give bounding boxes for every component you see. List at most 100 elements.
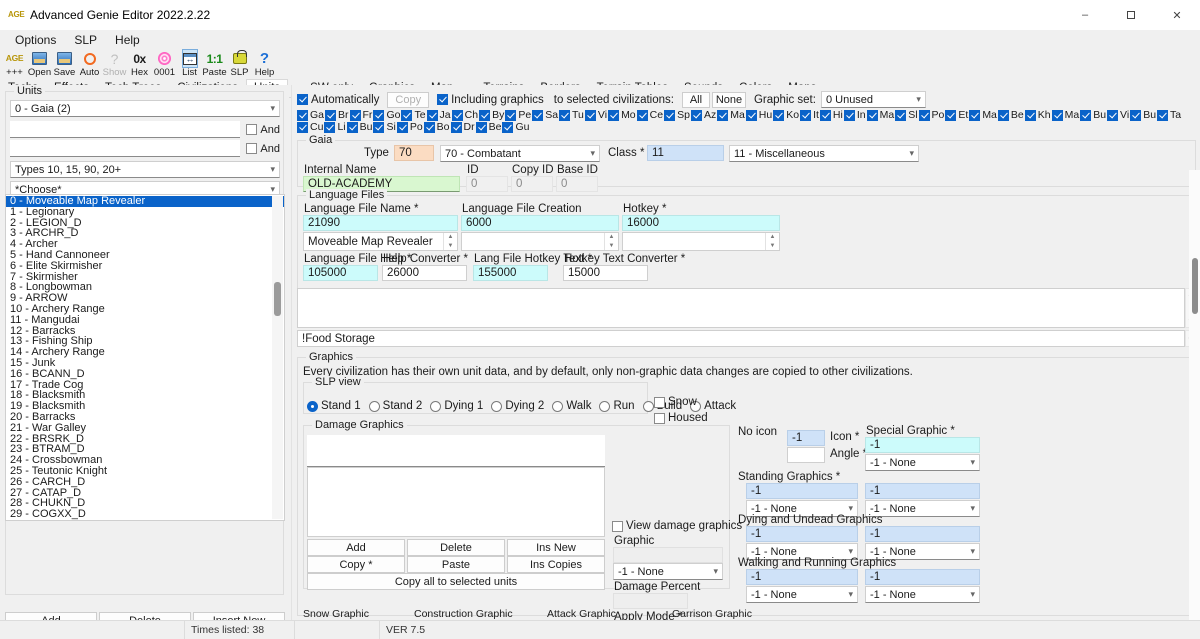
menu-options[interactable]: Options (6, 31, 65, 49)
civ-checkbox-box[interactable] (1052, 110, 1063, 121)
filter-and-1-checkbox[interactable] (246, 124, 257, 135)
civ-checkbox-si-37[interactable]: Si (373, 121, 395, 133)
civ-checkbox-be-27[interactable]: Be (998, 109, 1024, 121)
unit-list-item[interactable]: 1 - Legionary (6, 207, 284, 218)
toolbar-button-auto[interactable]: Auto (77, 50, 102, 80)
civ-checkbox-box[interactable] (664, 110, 675, 121)
civ-checkbox-box[interactable] (479, 110, 490, 121)
civ-checkbox-box[interactable] (451, 122, 462, 133)
civ-checkbox-box[interactable] (844, 110, 855, 121)
standing-graphics-value-1[interactable]: -1 (746, 483, 858, 499)
unit-list-scroll-thumb[interactable] (274, 282, 281, 316)
unit-list-item[interactable]: 26 - CARCH_D (6, 477, 284, 488)
unit-list-item[interactable]: 16 - BCANN_D (6, 369, 284, 380)
civ-checkbox-ma-29[interactable]: Ma (1052, 109, 1080, 121)
slp-radio-button[interactable] (643, 401, 654, 412)
damage-add-button[interactable]: Add (307, 539, 405, 556)
civ-checkbox-tu-10[interactable]: Tu (559, 109, 584, 121)
bottom-tab-attack-graphic[interactable]: Attack Graphic (547, 608, 616, 620)
civ-checkbox-pe-8[interactable]: Pe (505, 109, 531, 121)
civ-checkbox-fr-2[interactable]: Fr (350, 109, 373, 121)
damage-ins-copies-button[interactable]: Ins Copies (507, 556, 605, 573)
civ-checkbox-bu-36[interactable]: Bu (347, 121, 373, 133)
toolbar-button-save[interactable]: Save (52, 50, 77, 80)
slp-radio-button[interactable] (599, 401, 610, 412)
civ-checkbox-box[interactable] (800, 110, 811, 121)
civ-checkbox-box[interactable] (820, 110, 831, 121)
slp-radio-run[interactable]: Run (599, 400, 634, 412)
civ-checkbox-ma-22[interactable]: Ma (867, 109, 895, 121)
civ-checkbox-sl-23[interactable]: Sl (895, 109, 917, 121)
slp-radio-stand-1[interactable]: Stand 1 (307, 400, 361, 412)
select-all-civs-button[interactable]: All (682, 92, 710, 108)
slp-radio-attack[interactable]: Attack (690, 400, 736, 412)
civ-checkbox-box[interactable] (919, 110, 930, 121)
civ-checkbox-ch-6[interactable]: Ch (452, 109, 478, 121)
unit-list-item[interactable]: 6 - Elite Skirmisher (6, 261, 284, 272)
damage-field-2[interactable] (307, 450, 605, 467)
civ-checkbox-be-41[interactable]: Be (476, 121, 502, 133)
including-graphics-checkbox-row[interactable]: Including graphics (437, 94, 544, 106)
civ-checkbox-by-7[interactable]: By (479, 109, 504, 121)
class-value-field[interactable]: 11 (647, 145, 724, 161)
including-graphics-checkbox[interactable] (437, 94, 448, 105)
civ-checkbox-ma-26[interactable]: Ma (969, 109, 997, 121)
toolbar-button-paste[interactable]: 1:1 Paste (202, 50, 227, 80)
civ-checkbox-box[interactable] (350, 110, 361, 121)
unit-list-item[interactable]: 30 - Monastery (6, 520, 284, 521)
graphic-value-field[interactable] (613, 547, 723, 563)
spinner-buttons[interactable]: ▲ ▼ (604, 233, 618, 250)
bottom-tab-snow-graphic[interactable]: Snow Graphic (303, 608, 369, 620)
civ-checkbox-ce-13[interactable]: Ce (637, 109, 663, 121)
filter-and-2[interactable]: And (246, 143, 280, 155)
spinner-up-icon[interactable]: ▲ (605, 233, 618, 242)
civ-checkbox-box[interactable] (297, 110, 308, 121)
toolbar-button-new[interactable]: AGE +++ (2, 50, 27, 80)
language-file-creation-field[interactable]: 6000 (461, 215, 619, 231)
civ-checkbox-box[interactable] (297, 122, 308, 133)
civ-checkbox-hu-17[interactable]: Hu (746, 109, 772, 121)
slp-radio-dying-2[interactable]: Dying 2 (491, 400, 544, 412)
civ-checkbox-kh-28[interactable]: Kh (1025, 109, 1051, 121)
civ-checkbox-box[interactable] (532, 110, 543, 121)
civ-checkbox-ta-33[interactable]: Ta (1157, 109, 1181, 121)
walking-graphics-value-1[interactable]: -1 (746, 569, 858, 585)
spinner-down-icon[interactable]: ▼ (444, 242, 457, 251)
language-file-help-field[interactable]: 105000 (303, 265, 378, 281)
hotkey-text-converter-field[interactable]: 15000 (563, 265, 648, 281)
menu-help[interactable]: Help (106, 31, 149, 49)
panel-scroll-thumb[interactable] (1192, 258, 1198, 314)
civ-checkbox-sp-14[interactable]: Sp (664, 109, 690, 121)
civ-checkbox-box[interactable] (945, 110, 956, 121)
slp-radio-button[interactable] (307, 401, 318, 412)
snow-checkbox-row[interactable]: Snow (654, 396, 697, 408)
civ-checkbox-box[interactable] (1025, 110, 1036, 121)
slp-radio-walk[interactable]: Walk (552, 400, 591, 412)
civ-checkbox-box[interactable] (969, 110, 980, 121)
toolbar-button-hex[interactable]: 0x Hex (127, 50, 152, 80)
filter-input-2[interactable] (10, 140, 240, 157)
civ-checkbox-box[interactable] (773, 110, 784, 121)
class-select[interactable]: 11 - Miscellaneous ▾ (729, 145, 919, 162)
civ-checkbox-gu-42[interactable]: Gu (502, 121, 529, 133)
hotkey-spinner[interactable]: ▲ ▼ (622, 232, 780, 251)
civ-checkbox-box[interactable] (505, 110, 516, 121)
slp-radio-stand-2[interactable]: Stand 2 (369, 400, 423, 412)
close-button[interactable]: ✕ (1154, 0, 1200, 30)
slp-radio-button[interactable] (369, 401, 380, 412)
type-value-field[interactable]: 70 (394, 145, 434, 161)
civilization-select[interactable]: 0 - Gaia (2) ▾ (10, 100, 280, 117)
civ-checkbox-in-21[interactable]: In (844, 109, 866, 121)
civ-checkbox-bo-39[interactable]: Bo (424, 121, 450, 133)
walking-graphics-select-1[interactable]: -1 - None ▾ (746, 586, 858, 603)
civ-checkbox-box[interactable] (585, 110, 596, 121)
angle-value-field[interactable] (787, 447, 825, 463)
icon-value-field[interactable]: -1 (787, 430, 825, 446)
unit-list[interactable]: 0 - Moveable Map Revealer1 - Legionary2 … (5, 194, 285, 521)
filter-input-1[interactable] (10, 121, 240, 138)
civ-checkbox-cu-34[interactable]: Cu (297, 121, 323, 133)
type-filter-select[interactable]: Types 10, 15, 90, 20+ ▾ (10, 161, 280, 178)
hotkey-field[interactable]: 16000 (622, 215, 780, 231)
civ-checkbox-box[interactable] (373, 122, 384, 133)
menu-slp[interactable]: SLP (65, 31, 106, 49)
